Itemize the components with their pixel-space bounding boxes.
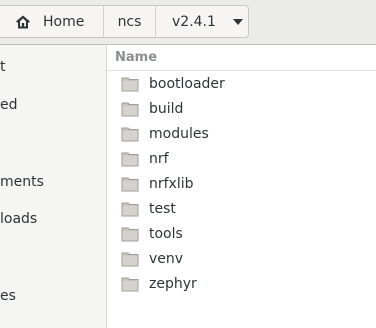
header-bar: Home ncs v2.4.1 bbox=[0, 0, 376, 45]
sidebar-item-4[interactable]: loads bbox=[0, 209, 37, 229]
sidebar-item-label: loads bbox=[0, 211, 38, 227]
list-item[interactable]: tools bbox=[107, 221, 376, 246]
folder-icon bbox=[121, 226, 139, 242]
file-name: nrf bbox=[149, 150, 169, 167]
folder-icon bbox=[121, 176, 139, 192]
path-bar: Home ncs v2.4.1 bbox=[0, 5, 249, 38]
path-current-button[interactable]: v2.4.1 bbox=[156, 6, 248, 37]
path-current-label: v2.4.1 bbox=[172, 13, 216, 30]
sidebar-item-label: es bbox=[0, 288, 16, 304]
sidebar-item-1[interactable]: t bbox=[0, 57, 6, 77]
folder-icon bbox=[121, 101, 139, 117]
file-name: zephyr bbox=[149, 275, 197, 292]
list-item[interactable]: bootloader bbox=[107, 71, 376, 96]
list-item[interactable]: zephyr bbox=[107, 271, 376, 296]
file-name: bootloader bbox=[149, 75, 225, 92]
sidebar-item-3[interactable]: ments bbox=[0, 172, 44, 192]
file-manager-window: Home ncs v2.4.1 t ed ments loads es Name… bbox=[0, 0, 376, 328]
column-header-label: Name bbox=[115, 50, 158, 65]
file-list-view: Name bootloader build modules nrf nrfxli… bbox=[107, 45, 376, 328]
list-item[interactable]: test bbox=[107, 196, 376, 221]
list-item[interactable]: nrf bbox=[107, 146, 376, 171]
file-name: tools bbox=[149, 225, 183, 242]
path-ncs-label: ncs bbox=[117, 13, 142, 30]
folder-icon bbox=[121, 151, 139, 167]
column-header-name[interactable]: Name bbox=[107, 45, 376, 71]
list-item[interactable]: venv bbox=[107, 246, 376, 271]
places-sidebar: t ed ments loads es bbox=[0, 45, 107, 328]
home-icon bbox=[14, 13, 32, 31]
path-home-button[interactable]: Home bbox=[0, 6, 104, 37]
folder-icon bbox=[121, 251, 139, 267]
folder-icon bbox=[121, 126, 139, 142]
sidebar-item-5[interactable]: es bbox=[0, 286, 16, 306]
list-item[interactable]: nrfxlib bbox=[107, 171, 376, 196]
file-name: nrfxlib bbox=[149, 175, 194, 192]
sidebar-item-2[interactable]: ed bbox=[0, 95, 18, 115]
chevron-down-icon[interactable] bbox=[232, 18, 244, 26]
file-name: test bbox=[149, 200, 176, 217]
sidebar-item-label: ments bbox=[0, 174, 44, 190]
file-name: build bbox=[149, 100, 184, 117]
path-ncs-button[interactable]: ncs bbox=[104, 6, 156, 37]
file-name: modules bbox=[149, 125, 209, 142]
path-home-label: Home bbox=[43, 13, 85, 30]
folder-icon bbox=[121, 276, 139, 292]
sidebar-item-label: ed bbox=[0, 97, 18, 113]
file-name: venv bbox=[149, 250, 184, 267]
list-item[interactable]: build bbox=[107, 96, 376, 121]
sidebar-item-label: t bbox=[0, 59, 6, 75]
folder-icon bbox=[121, 76, 139, 92]
list-item[interactable]: modules bbox=[107, 121, 376, 146]
folder-icon bbox=[121, 201, 139, 217]
